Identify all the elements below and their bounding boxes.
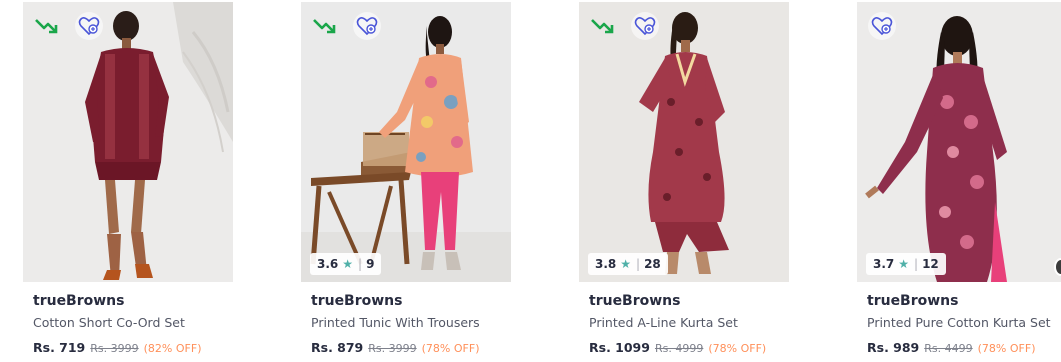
wishlist-button[interactable]	[75, 12, 103, 40]
rating-divider: |	[636, 257, 641, 271]
price-row: Rs. 719 Rs. 3999 (82% OFF)	[33, 340, 201, 355]
rating-divider: |	[358, 257, 363, 271]
heart-plus-icon	[78, 17, 100, 36]
heart-plus-icon	[871, 17, 893, 36]
rating-value: 3.8	[595, 257, 617, 271]
carousel-next-button[interactable]	[1054, 258, 1061, 276]
price-row: Rs. 989 Rs. 4499 (78% OFF)	[867, 340, 1035, 355]
rating-badge: 3.7 ★ | 12	[866, 253, 946, 275]
product-image[interactable]: 3.7 ★ | 12	[857, 2, 1061, 282]
product-photo	[579, 2, 789, 282]
wishlist-button[interactable]	[353, 12, 381, 40]
price-row: Rs. 879 Rs. 3999 (78% OFF)	[311, 340, 479, 355]
trend-down-icon	[35, 19, 58, 34]
product-card[interactable]: 3.6 ★ | 9 trueBrowns Printed Tunic With …	[301, 2, 513, 360]
product-discount: (78% OFF)	[708, 342, 767, 355]
product-mrp: Rs. 3999	[90, 342, 139, 355]
heart-plus-icon	[356, 17, 378, 36]
product-brand[interactable]: trueBrowns	[33, 293, 125, 309]
product-price: Rs. 1099	[589, 340, 650, 355]
rating-divider: |	[914, 257, 919, 271]
product-name[interactable]: Printed Pure Cotton Kurta Set	[867, 315, 1051, 330]
product-image[interactable]	[23, 2, 233, 282]
rating-count: 28	[644, 257, 661, 271]
star-icon: ★	[620, 257, 632, 271]
product-card[interactable]: trueBrowns Cotton Short Co-Ord Set Rs. 7…	[23, 2, 235, 360]
product-image[interactable]: 3.6 ★ | 9	[301, 2, 511, 282]
product-card[interactable]: 3.8 ★ | 28 trueBrowns Printed A-Line Kur…	[579, 2, 791, 360]
product-mrp: Rs. 3999	[368, 342, 417, 355]
product-mrp: Rs. 4999	[654, 342, 704, 355]
product-price: Rs. 719	[33, 340, 86, 355]
trend-down-icon	[591, 19, 614, 34]
product-discount: (82% OFF)	[143, 342, 202, 355]
price-row: Rs. 1099 Rs. 4999 (78% OFF)	[589, 340, 766, 355]
product-name[interactable]: Printed Tunic With Trousers	[311, 315, 480, 330]
rating-count: 9	[366, 257, 375, 271]
heart-plus-icon	[634, 17, 656, 36]
star-icon: ★	[898, 257, 910, 271]
rating-badge: 3.6 ★ | 9	[310, 253, 382, 275]
product-image[interactable]: 3.8 ★ | 28	[579, 2, 789, 282]
product-discount: (78% OFF)	[421, 342, 480, 355]
rating-count: 12	[922, 257, 939, 271]
product-price: Rs. 879	[311, 340, 364, 355]
trend-down-icon	[313, 19, 336, 34]
product-brand[interactable]: trueBrowns	[311, 293, 403, 309]
rating-badge: 3.8 ★ | 28	[588, 253, 668, 275]
product-brand[interactable]: trueBrowns	[867, 293, 959, 309]
product-photo	[857, 2, 1061, 282]
product-brand[interactable]: trueBrowns	[589, 293, 681, 309]
product-mrp: Rs. 4499	[924, 342, 973, 355]
rating-value: 3.7	[873, 257, 895, 271]
star-icon: ★	[342, 257, 354, 271]
product-name[interactable]: Cotton Short Co-Ord Set	[33, 315, 185, 330]
rating-value: 3.6	[317, 257, 339, 271]
product-name[interactable]: Printed A-Line Kurta Set	[589, 315, 738, 330]
product-photo	[301, 2, 511, 282]
product-photo	[23, 2, 233, 282]
wishlist-button[interactable]	[631, 12, 659, 40]
product-card[interactable]: 3.7 ★ | 12 trueBrowns Printed Pure Cotto…	[857, 2, 1061, 360]
product-price: Rs. 989	[867, 340, 920, 355]
product-discount: (78% OFF)	[977, 342, 1036, 355]
wishlist-button[interactable]	[868, 12, 896, 40]
